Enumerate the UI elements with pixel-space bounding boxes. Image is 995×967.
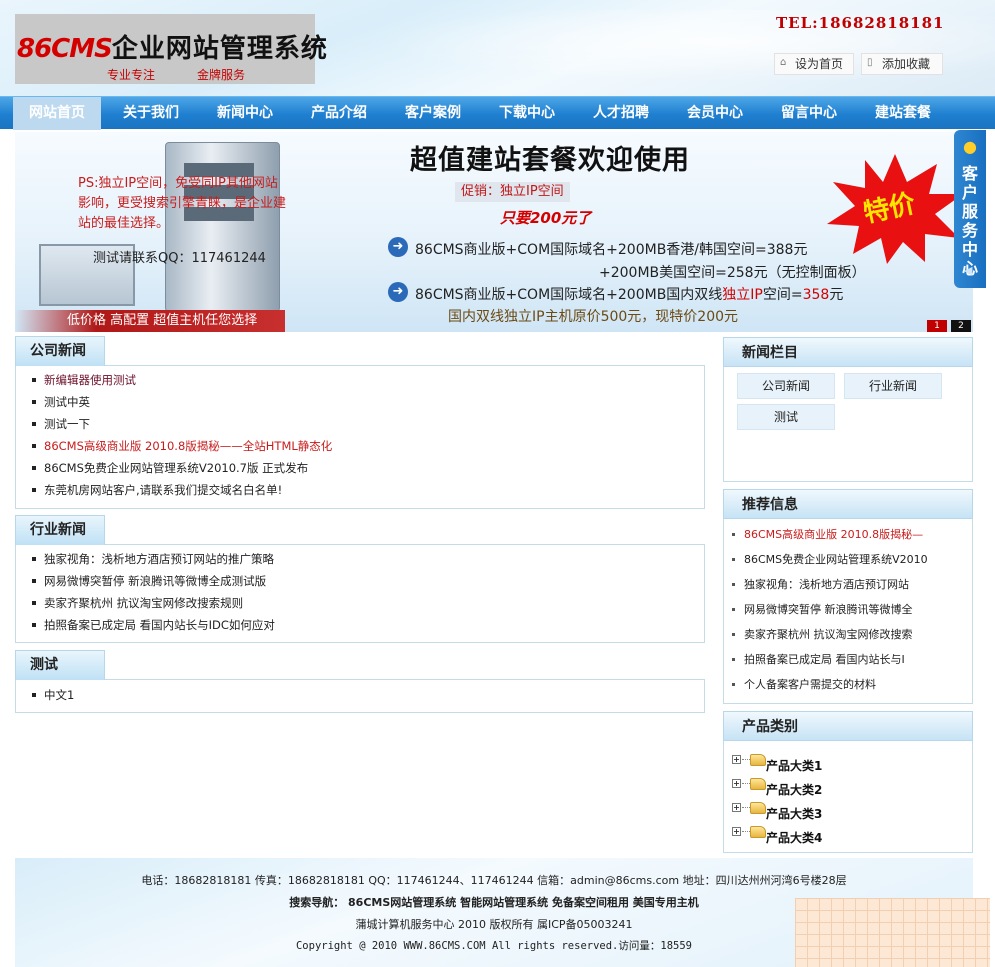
decorative-grid [795, 898, 990, 967]
test-list: 中文1 [30, 684, 74, 706]
category-company-news-button[interactable]: 公司新闻 [737, 373, 835, 399]
list-item[interactable]: 个人备案客户需提交的材料 [730, 672, 928, 697]
list-item[interactable]: 卖家齐聚杭州 抗议淘宝网修改搜索 [730, 622, 928, 647]
nav-item-products[interactable]: 产品介绍 [295, 97, 383, 130]
chevron-left-icon: ◀ [964, 264, 973, 277]
set-home-button[interactable]: ⌂ 设为首页 [774, 53, 854, 75]
list-item[interactable]: 86CMS免费企业网站管理系统V2010 [730, 547, 928, 572]
main-navigation: 网站首页 关于我们 新闻中心 产品介绍 客户案例 下载中心 人才招聘 会员中心 … [0, 96, 995, 130]
customer-service-tab[interactable]: ● 客户服务中心 ◀ [954, 130, 986, 288]
nav-item-news[interactable]: 新闻中心 [201, 97, 289, 130]
logo-tagline-1: 专业专注 [107, 68, 156, 82]
folder-icon [750, 778, 766, 790]
list-item[interactable]: 新编辑器使用测试 [30, 369, 332, 391]
promo-banner[interactable]: PS:独立IP空间，免受同IP其他网站影响，更受搜索引擎青睐，是企业建站的最佳选… [15, 132, 973, 332]
nav-item-downloads[interactable]: 下载中心 [483, 97, 571, 130]
logo-tagline-2: 金牌服务 [197, 68, 246, 82]
company-news-title: 公司新闻 [15, 336, 105, 366]
list-item[interactable]: 独家视角：浅析地方酒店预订网站 [730, 572, 928, 597]
recommended-list: 86CMS高级商业版 2010.8版揭秘— 86CMS免费企业网站管理系统V20… [730, 522, 928, 697]
nav-item-guestbook[interactable]: 留言中心 [765, 97, 853, 130]
folder-icon [750, 754, 766, 766]
bookmark-icon: ▯ [867, 57, 873, 68]
banner-offer-line-2: +200MB美国空间=258元（无控制面板） [599, 265, 866, 281]
header-telephone: TEL:18682818181 [776, 14, 945, 32]
list-item[interactable]: 86CMS高级商业版 2010.8版揭秘——全站HTML静态化 [30, 435, 332, 457]
nav-item-home[interactable]: 网站首页 [13, 97, 101, 130]
news-categories-title: 新闻栏目 [723, 337, 973, 367]
site-logo[interactable]: 86CMS企业网站管理系统 专业专注 金牌服务 [15, 14, 327, 84]
folder-icon [750, 826, 766, 838]
list-item[interactable]: 拍照备案已成定局 看国内站长与I [730, 647, 928, 672]
list-item[interactable]: 东莞机房网站客户,请联系我们提交域名白名单! [30, 479, 332, 501]
list-item[interactable]: 86CMS高级商业版 2010.8版揭秘— [730, 522, 928, 547]
list-item[interactable]: 网易微博突暂停 新浪腾讯等微博全 [730, 597, 928, 622]
industry-news-list: 独家视角：浅析地方酒店预订网站的推广策略 网易微博突暂停 新浪腾讯等微博全成测试… [30, 548, 275, 636]
add-favorite-label: 添加收藏 [882, 57, 931, 71]
header: 86CMS企业网站管理系统 专业专注 金牌服务 TEL:18682818181 … [0, 0, 995, 96]
add-favorite-button[interactable]: ▯ 添加收藏 [861, 53, 943, 75]
folder-icon [750, 802, 766, 814]
category-test-button[interactable]: 测试 [737, 404, 835, 430]
list-item[interactable]: 86CMS免费企业网站管理系统V2010.7版 正式发布 [30, 457, 332, 479]
logo-title-text: 企业网站管理系统 [111, 34, 328, 64]
list-item[interactable]: 测试中英 [30, 391, 332, 413]
nav-item-members[interactable]: 会员中心 [671, 97, 759, 130]
set-home-label: 设为首页 [795, 57, 844, 71]
logo-brand: 86CMS [17, 34, 113, 64]
list-item[interactable]: 网易微博突暂停 新浪腾讯等微博全成测试版 [30, 570, 275, 592]
product-categories-title: 产品类别 [723, 711, 973, 741]
company-news-list: 新编辑器使用测试 测试中英 测试一下 86CMS高级商业版 2010.8版揭秘—… [30, 369, 332, 501]
expand-plus-icon[interactable]: + [732, 755, 741, 764]
expand-plus-icon[interactable]: + [732, 827, 741, 836]
banner-price: 只要200元了 [500, 209, 592, 227]
test-panel [15, 679, 705, 713]
banner-title: 超值建站套餐欢迎使用 [410, 145, 690, 176]
banner-promo-badge: 促销：独立IP空间 [455, 182, 570, 202]
banner-qq-text: 测试请联系QQ：117461244 [93, 251, 266, 266]
footer-contact: 电话：18682818181 传真：18682818181 QQ：1174612… [141, 874, 847, 887]
qq-penguin-icon: ● [963, 137, 977, 156]
list-item[interactable]: 测试一下 [30, 413, 332, 435]
list-item[interactable]: 拍照备案已成定局 看国内站长与IDC如何应对 [30, 614, 275, 636]
list-item[interactable]: 独家视角：浅析地方酒店预订网站的推广策略 [30, 548, 275, 570]
arrow-right-icon: ➜ [388, 282, 408, 302]
banner-offer-line-4: 国内双线独立IP主机原价500元，现特价200元 [448, 309, 739, 325]
nav-item-cases[interactable]: 客户案例 [389, 97, 477, 130]
nav-item-packages[interactable]: 建站套餐 [859, 97, 947, 130]
banner-ps-text: PS:独立IP空间，免受同IP其他网站影响，更受搜索引擎青睐，是企业建站的最佳选… [78, 176, 287, 231]
banner-pager-2[interactable]: 2 [951, 320, 971, 332]
customer-service-label: 客户服务中心 [961, 164, 978, 278]
expand-plus-icon[interactable]: + [732, 779, 741, 788]
list-item[interactable]: 卖家齐聚杭州 抗议淘宝网修改搜索规则 [30, 592, 275, 614]
industry-news-title: 行业新闻 [15, 515, 105, 545]
category-industry-news-button[interactable]: 行业新闻 [844, 373, 942, 399]
nav-item-jobs[interactable]: 人才招聘 [577, 97, 665, 130]
nav-item-about[interactable]: 关于我们 [107, 97, 195, 130]
banner-pager-1[interactable]: 1 [927, 320, 947, 332]
list-item[interactable]: 中文1 [30, 684, 74, 706]
banner-offer-line-1: 86CMS商业版+COM国际域名+200MB香港/韩国空间=388元 [415, 242, 808, 258]
logo-title: 86CMS企业网站管理系统 [17, 28, 328, 65]
home-icon: ⌂ [780, 57, 787, 68]
expand-plus-icon[interactable]: + [732, 803, 741, 812]
recommended-title: 推荐信息 [723, 489, 973, 519]
test-section-title: 测试 [15, 650, 105, 680]
banner-low-price-strip: 低价格 高配置 超值主机任您选择 [15, 310, 285, 332]
arrow-right-icon: ➜ [388, 237, 408, 257]
banner-offer-line-3: 86CMS商业版+COM国际域名+200MB国内双线独立IP空间=358元 [415, 287, 844, 303]
